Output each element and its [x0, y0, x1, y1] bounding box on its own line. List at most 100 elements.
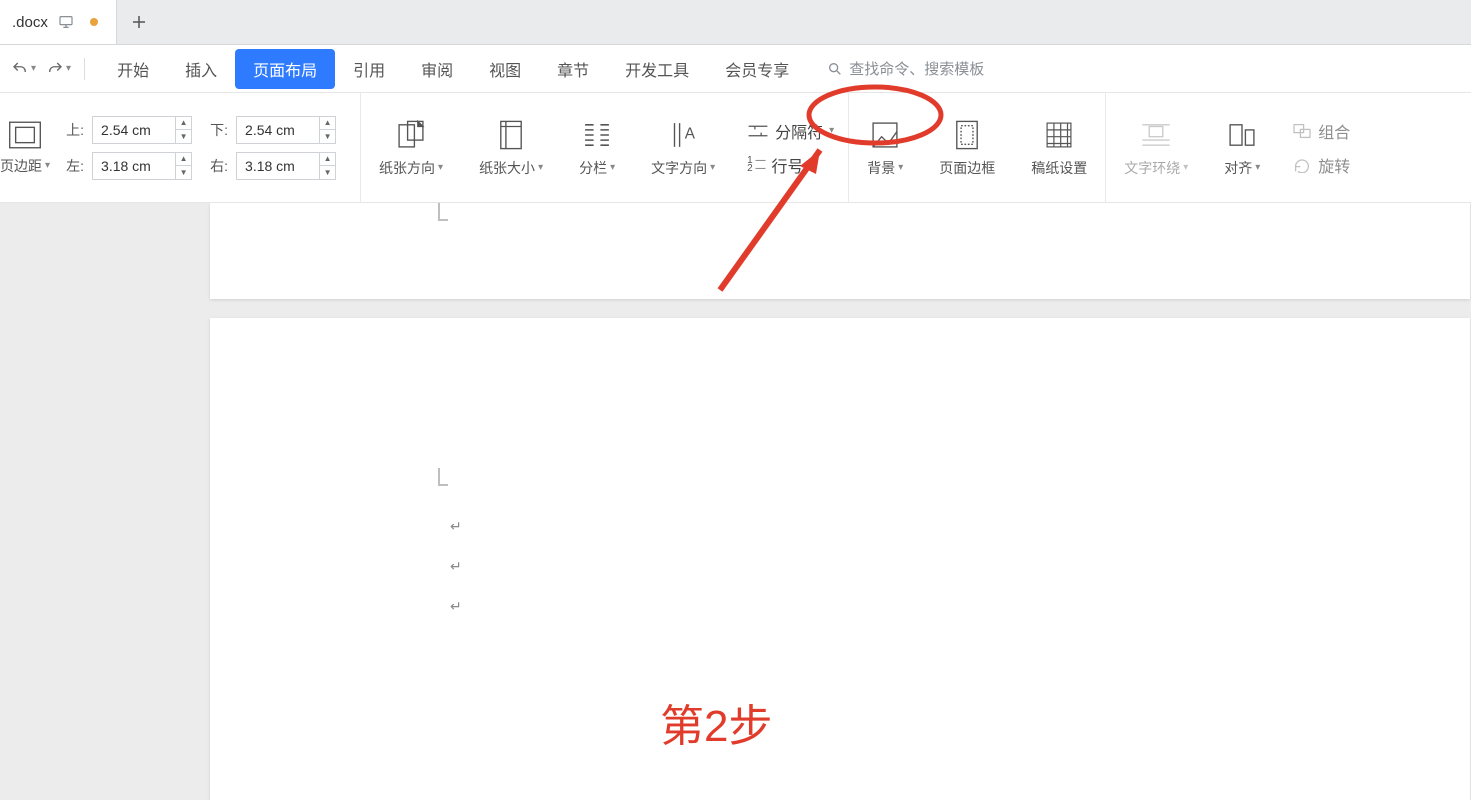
spin-down-icon[interactable]: ▼ [319, 166, 335, 179]
command-search[interactable]: 查找命令、搜索模板 [827, 58, 984, 79]
margin-left-field[interactable] [93, 158, 175, 174]
margin-corner-icon [438, 468, 448, 486]
text-direction-label: 文字方向 [651, 158, 707, 178]
group-label: 组合 [1318, 119, 1350, 143]
tab-bar: .docx [0, 0, 1471, 45]
chevron-down-icon: ▾ [438, 162, 443, 173]
margin-right-field[interactable] [237, 158, 319, 174]
margin-bottom-label: 下: [200, 120, 228, 140]
breaks-icon [747, 122, 769, 140]
paper-size-label: 纸张大小 [479, 158, 535, 178]
group-icon [1292, 123, 1312, 139]
margin-right-input[interactable]: ▲▼ [236, 152, 336, 180]
background-group: 背景▾ [849, 93, 921, 202]
spin-down-icon[interactable]: ▼ [175, 166, 191, 179]
line-numbers-label: 行号 [772, 153, 804, 177]
undo-button[interactable]: ▾ [8, 56, 39, 82]
text-direction-button[interactable]: A 文字方向▾ [647, 118, 719, 178]
breaks-button[interactable]: 分隔符 ▾ [747, 119, 834, 143]
chevron-down-icon: ▾ [1255, 162, 1260, 173]
chevron-down-icon: ▾ [538, 162, 543, 173]
margins-group: 页边距▾ 上: ▲▼ 下: ▲▼ 左: ▲▼ [0, 93, 361, 202]
margin-top-label: 上: [56, 120, 84, 140]
margins-icon [8, 120, 42, 150]
breaks-group: 分隔符 ▾ 1 —2 — 行号 ▾ [733, 93, 849, 202]
group-button: 组合 [1292, 119, 1350, 143]
chevron-down-icon: ▾ [710, 162, 715, 173]
paragraph-mark-icon: ↵ [450, 598, 462, 615]
manuscript-group: 稿纸设置 [1013, 93, 1106, 202]
paper-size-icon [494, 118, 528, 152]
search-icon [827, 61, 843, 77]
columns-group: 分栏▾ [561, 93, 633, 202]
margin-left-input[interactable]: ▲▼ [92, 152, 192, 180]
ribbon: 页边距▾ 上: ▲▼ 下: ▲▼ 左: ▲▼ [0, 93, 1471, 203]
margin-top-input[interactable]: ▲▼ [92, 116, 192, 144]
document-tab-label: .docx [12, 14, 48, 31]
columns-button[interactable]: 分栏▾ [575, 118, 619, 178]
chevron-down-icon: ▾ [898, 162, 903, 173]
tab-insert[interactable]: 插入 [167, 49, 235, 89]
chevron-down-icon: ▾ [45, 160, 50, 171]
paragraph-mark-icon: ↵ [450, 558, 462, 575]
spin-up-icon[interactable]: ▲ [175, 117, 191, 130]
line-numbers-button[interactable]: 1 —2 — 行号 ▾ [747, 153, 834, 177]
tab-view[interactable]: 视图 [471, 49, 539, 89]
align-icon [1225, 118, 1259, 152]
margins-inputs: 上: ▲▼ 下: ▲▼ 左: ▲▼ 右: [56, 116, 336, 180]
page-borders-button[interactable]: 页面边框 [935, 118, 999, 178]
margin-bottom-input[interactable]: ▲▼ [236, 116, 336, 144]
page-borders-group: 页面边框 [921, 93, 1013, 202]
text-wrap-label: 文字环绕 [1124, 158, 1180, 178]
text-direction-group: A 文字方向▾ [633, 93, 733, 202]
redo-button[interactable]: ▾ [43, 56, 74, 82]
qat-separator [84, 58, 85, 80]
chevron-down-icon: ▾ [1183, 162, 1188, 173]
ribbon-tab-row: ▾ ▾ 开始 插入 页面布局 引用 审阅 视图 章节 开发工具 会员专享 查找命… [0, 45, 1471, 93]
unsaved-indicator-icon [90, 18, 98, 26]
background-icon [868, 118, 902, 152]
margin-top-field[interactable] [93, 122, 175, 138]
align-button[interactable]: 对齐▾ [1220, 118, 1264, 178]
margin-bottom-field[interactable] [237, 122, 319, 138]
paper-size-button[interactable]: 纸张大小▾ [475, 118, 547, 178]
chevron-down-icon: ▾ [31, 63, 36, 74]
background-label: 背景 [867, 158, 895, 178]
orientation-button[interactable]: 纸张方向▾ [375, 118, 447, 178]
chevron-down-icon: ▾ [829, 125, 834, 136]
text-wrap-icon [1139, 118, 1173, 152]
margins-button[interactable]: 页边距▾ [0, 120, 50, 176]
align-group: 对齐▾ [1206, 93, 1278, 202]
new-tab-button[interactable] [117, 0, 161, 44]
columns-icon [580, 118, 614, 152]
breaks-label: 分隔符 [775, 119, 823, 143]
columns-label: 分栏 [579, 158, 607, 178]
text-wrap-button: 文字环绕▾ [1120, 118, 1192, 178]
tab-start[interactable]: 开始 [99, 49, 167, 89]
tab-member[interactable]: 会员专享 [707, 49, 807, 89]
manuscript-button[interactable]: 稿纸设置 [1027, 118, 1091, 178]
rotate-button: 旋转 [1292, 153, 1350, 177]
chevron-down-icon: ▾ [810, 159, 815, 170]
svg-text:A: A [685, 125, 696, 142]
page-previous[interactable] [210, 203, 1470, 299]
document-tab[interactable]: .docx [0, 0, 117, 44]
chevron-down-icon: ▾ [610, 162, 615, 173]
tab-references[interactable]: 引用 [335, 49, 403, 89]
tab-page-layout[interactable]: 页面布局 [235, 49, 335, 89]
background-button[interactable]: 背景▾ [863, 118, 907, 178]
orientation-group: 纸张方向▾ [361, 93, 461, 202]
align-label: 对齐 [1224, 158, 1252, 178]
spin-up-icon[interactable]: ▲ [319, 153, 335, 166]
margin-corner-icon [438, 203, 448, 221]
tab-developer[interactable]: 开发工具 [607, 49, 707, 89]
page-current[interactable]: ↵ ↵ ↵ [210, 318, 1470, 800]
orientation-label: 纸张方向 [379, 158, 435, 178]
spin-up-icon[interactable]: ▲ [175, 153, 191, 166]
manuscript-icon [1042, 118, 1076, 152]
tab-sections[interactable]: 章节 [539, 49, 607, 89]
spin-down-icon[interactable]: ▼ [175, 130, 191, 143]
tab-review[interactable]: 审阅 [403, 49, 471, 89]
spin-up-icon[interactable]: ▲ [319, 117, 335, 130]
spin-down-icon[interactable]: ▼ [319, 130, 335, 143]
